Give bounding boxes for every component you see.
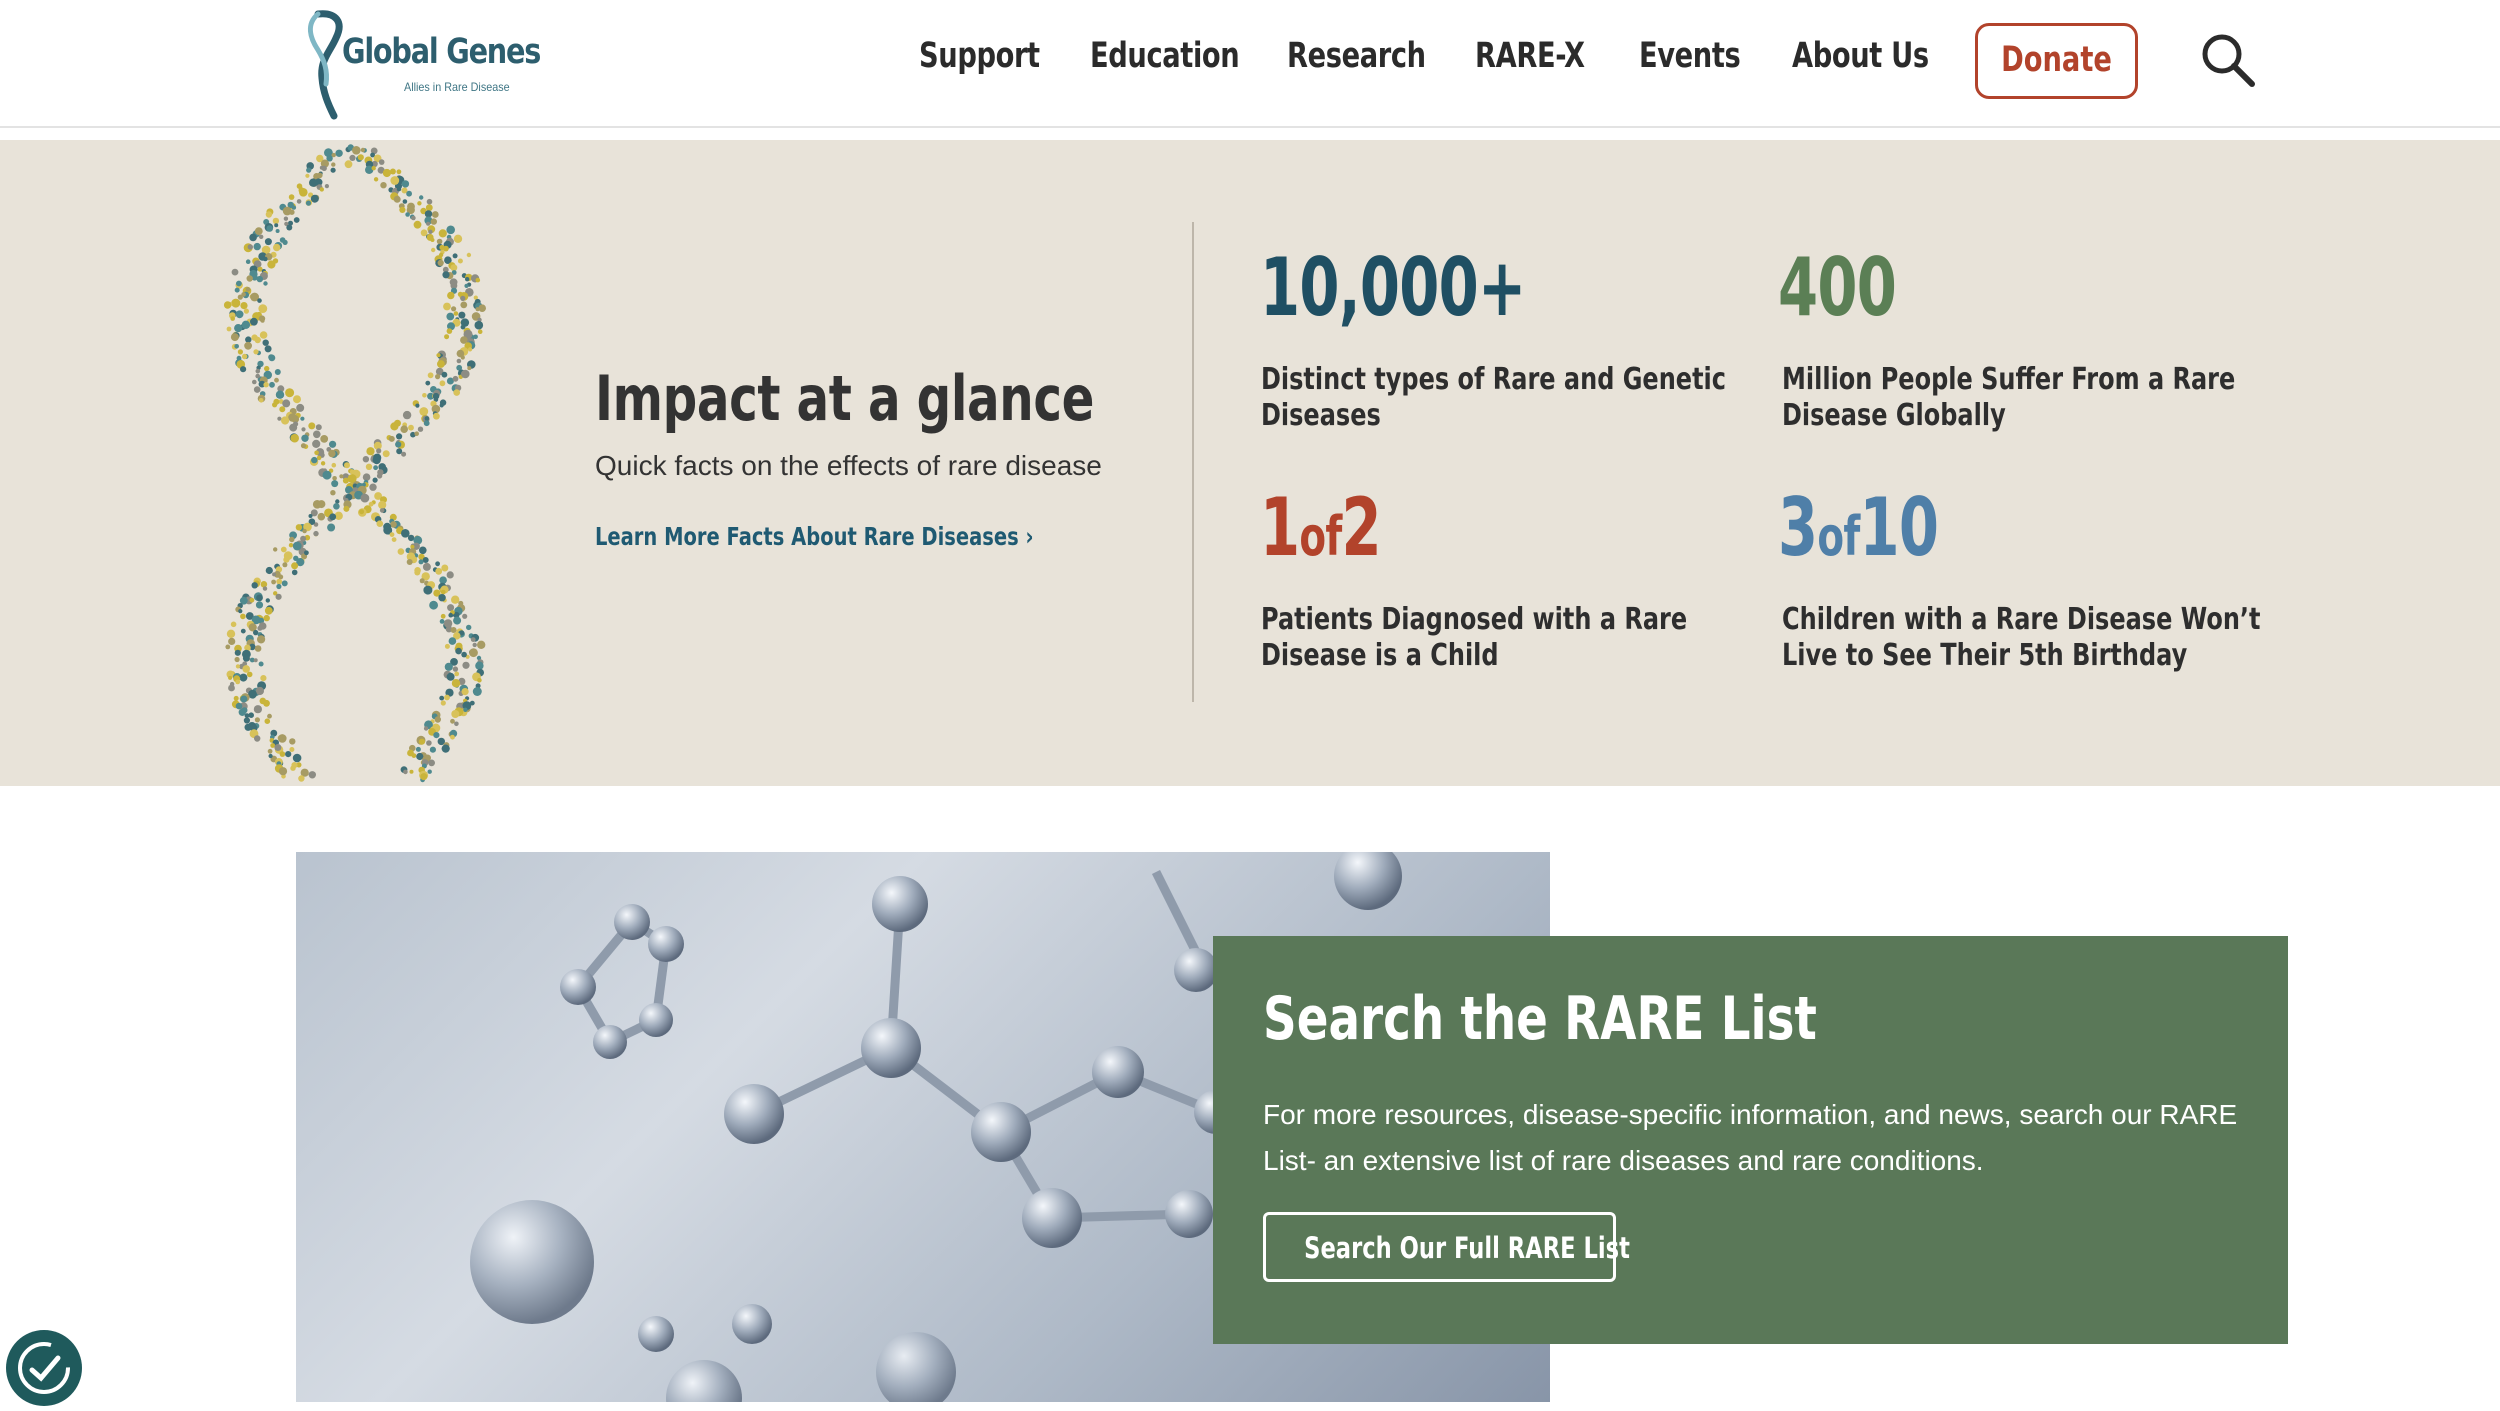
donate-button[interactable]: Donate	[1975, 23, 2138, 99]
impact-subtitle: Quick facts on the effects of rare disea…	[595, 450, 1102, 481]
stat-number-text: 10,000+	[1260, 241, 1526, 334]
accessibility-consent-button[interactable]	[6, 1330, 82, 1406]
stat-label-text: Patients Diagnosed with a Rare Disease i…	[1261, 602, 1688, 673]
stat-number-part: 3	[1778, 481, 1818, 574]
rare-list-title: Search the RARE List	[1263, 984, 1817, 1054]
chevron-right-icon: ›	[1025, 522, 1034, 551]
search-icon[interactable]	[2198, 30, 2258, 90]
dna-crowd-image	[223, 144, 487, 783]
stat-label-text: Million People Suffer From a Rare Diseas…	[1782, 362, 2236, 433]
stat-number-part: 1	[1260, 481, 1300, 574]
stat-number-text: 400	[1778, 241, 1897, 334]
stat-number-part: 10	[1859, 481, 1939, 574]
stat-number-of: of	[1817, 505, 1860, 568]
stat-number-types: 10,000+	[1260, 248, 1526, 328]
search-rare-list-label: Search Our Full RARE List	[1304, 1231, 1630, 1265]
stat-label-text: Children with a Rare Disease Won’t Live …	[1782, 602, 2261, 673]
stat-label-million: Million People Suffer From a Rare Diseas…	[1782, 362, 2302, 434]
impact-section: Impact at a glance Quick facts on the ef…	[0, 140, 2500, 786]
section-divider	[1192, 222, 1194, 702]
nav-support[interactable]: Support	[919, 36, 1040, 76]
consent-check-icon	[18, 1342, 70, 1394]
nav-events[interactable]: Events	[1639, 36, 1741, 76]
stat-number-million: 400	[1778, 248, 1897, 328]
nav-research[interactable]: Research	[1287, 36, 1426, 76]
learn-more-label: Learn More Facts About Rare Diseases	[595, 522, 1019, 551]
logo-tagline: Allies in Rare Disease	[404, 80, 510, 94]
learn-more-link[interactable]: Learn More Facts About Rare Diseases ›	[595, 522, 1034, 551]
rare-list-description: For more resources, disease-specific inf…	[1263, 1099, 2238, 1176]
nav-about-us[interactable]: About Us	[1792, 36, 1929, 76]
stat-number-part: 2	[1341, 481, 1382, 574]
stat-label-child: Patients Diagnosed with a Rare Disease i…	[1261, 602, 1781, 674]
stat-label-birthday: Children with a Rare Disease Won’t Live …	[1782, 602, 2302, 674]
impact-title: Impact at a glance	[595, 362, 1095, 435]
stat-label-types: Distinct types of Rare and Genetic Disea…	[1261, 362, 1781, 434]
donate-label: Donate	[2001, 40, 2112, 80]
logo-name: Global Genes	[342, 32, 541, 72]
stat-number-one-of-two: 1of2	[1260, 488, 1382, 568]
stat-label-text: Distinct types of Rare and Genetic Disea…	[1261, 362, 1726, 433]
site-header: Global Genes Allies in Rare Disease Supp…	[0, 0, 2500, 128]
nav-education[interactable]: Education	[1090, 36, 1240, 76]
nav-rare-x[interactable]: RARE-X	[1475, 36, 1585, 76]
stat-number-three-of-ten: 3of10	[1778, 488, 1939, 568]
search-rare-list-button[interactable]: Search Our Full RARE List	[1263, 1212, 1630, 1282]
stat-number-of: of	[1299, 505, 1342, 568]
rare-list-card: Search the RARE List For more resources,…	[1213, 936, 2288, 1344]
